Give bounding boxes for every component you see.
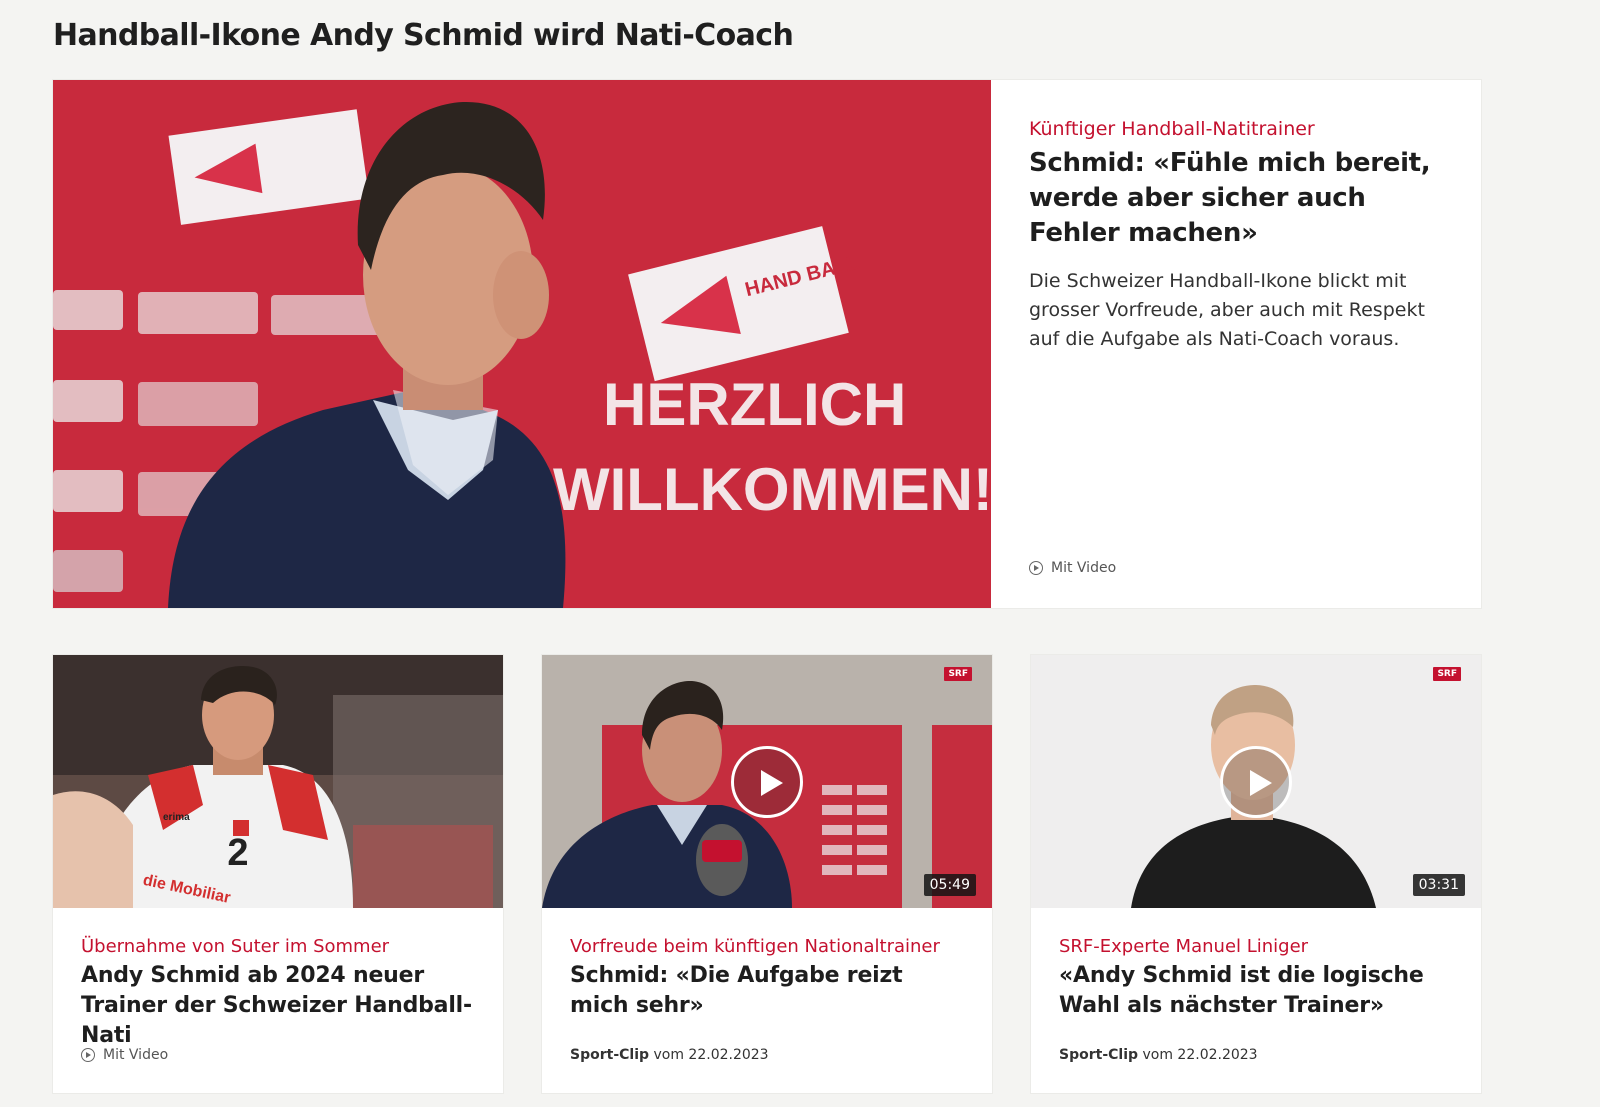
hero-video-indicator: Mit Video xyxy=(1029,560,1116,576)
banner-text-line2: WILLKOMMEN! xyxy=(553,456,991,523)
section-title: Handball-Ikone Andy Schmid wird Nati-Coa… xyxy=(53,18,794,53)
teaser-kicker: Übernahme von Suter im Sommer xyxy=(81,936,390,957)
hero-article-card[interactable]: HERZLICH WILLKOMMEN! HAND BALL Künftiger… xyxy=(53,80,1481,608)
teaser-photo-1: 2 erima die Mobiliar xyxy=(53,655,503,908)
video-duration: 03:31 xyxy=(1412,874,1465,896)
teaser-card-1[interactable]: 2 erima die Mobiliar Übernahme von Suter… xyxy=(53,655,503,1093)
video-duration: 05:49 xyxy=(923,874,976,896)
teaser-headline[interactable]: «Andy Schmid ist die logische Wahl als n… xyxy=(1059,961,1453,1021)
teaser-video-thumbnail-2[interactable]: SRF 05:49 xyxy=(542,655,992,908)
jersey-brand: erima xyxy=(163,812,190,823)
clip-date: vom 22.02.2023 xyxy=(653,1047,769,1063)
teaser-text-1[interactable]: Übernahme von Suter im Sommer Andy Schmi… xyxy=(53,908,503,1093)
jersey-number: 2 xyxy=(227,832,248,874)
hero-headline[interactable]: Schmid: «Fühle mich bereit, werde aber s… xyxy=(1029,146,1443,251)
hero-image[interactable]: HERZLICH WILLKOMMEN! HAND BALL xyxy=(53,80,991,608)
hero-kicker: Künftiger Handball-Natitrainer xyxy=(1029,118,1315,140)
hero-photo: HERZLICH WILLKOMMEN! HAND BALL xyxy=(53,80,991,608)
teaser-kicker: SRF-Experte Manuel Liniger xyxy=(1059,936,1309,957)
play-circle-icon xyxy=(81,1048,95,1062)
hero-video-label: Mit Video xyxy=(1051,560,1117,576)
play-circle-icon xyxy=(1029,561,1043,575)
clip-label: Sport-Clip xyxy=(1059,1047,1139,1063)
clip-meta: Sport-Clip vom 22.02.2023 xyxy=(570,1047,769,1063)
clip-label: Sport-Clip xyxy=(570,1047,650,1063)
teaser-video-thumbnail-3[interactable]: SRF 03:31 xyxy=(1031,655,1481,908)
clip-meta: Sport-Clip vom 22.02.2023 xyxy=(1059,1047,1258,1063)
clip-date: vom 22.02.2023 xyxy=(1142,1047,1258,1063)
teaser-image-1[interactable]: 2 erima die Mobiliar xyxy=(53,655,503,908)
hero-lead: Die Schweizer Handball-Ikone blickt mit … xyxy=(1029,270,1425,350)
hero-text-block[interactable]: Künftiger Handball-Natitrainer Schmid: «… xyxy=(991,80,1481,608)
teaser-video-label: Mit Video xyxy=(103,1047,169,1063)
teaser-video-indicator: Mit Video xyxy=(81,1047,168,1063)
teaser-text-2[interactable]: Vorfreude beim künftigen Nationaltrainer… xyxy=(542,908,992,1093)
banner-text-line1: HERZLICH xyxy=(603,371,906,438)
teaser-headline[interactable]: Schmid: «Die Aufgabe reizt mich sehr» xyxy=(570,961,964,1021)
play-button-icon[interactable] xyxy=(731,745,803,818)
teaser-headline[interactable]: Andy Schmid ab 2024 neuer Trainer der Sc… xyxy=(81,961,475,1051)
srf-badge: SRF xyxy=(944,667,972,681)
srf-badge: SRF xyxy=(1433,667,1461,681)
teaser-kicker: Vorfreude beim künftigen Nationaltrainer xyxy=(570,936,940,957)
teaser-card-3[interactable]: SRF 03:31 SRF-Experte Manuel Liniger «An… xyxy=(1031,655,1481,1093)
teaser-card-2[interactable]: SRF 05:49 Vorfreude beim künftigen Natio… xyxy=(542,655,992,1093)
play-button-icon[interactable] xyxy=(1220,745,1292,818)
teaser-text-3[interactable]: SRF-Experte Manuel Liniger «Andy Schmid … xyxy=(1031,908,1481,1093)
